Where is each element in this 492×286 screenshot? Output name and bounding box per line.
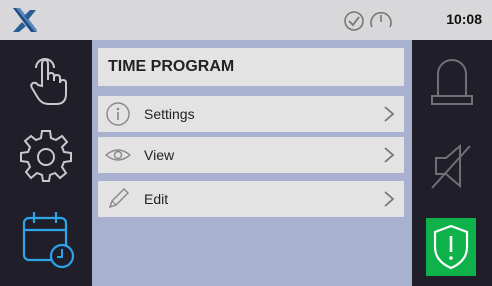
menu-item-edit[interactable]: Edit — [98, 181, 404, 217]
top-bar: 10:08 — [0, 0, 492, 40]
touch-nav-button[interactable] — [18, 50, 74, 108]
alarm-status-button[interactable] — [426, 218, 476, 276]
right-nav — [412, 40, 492, 286]
menu-item-label: Settings — [144, 106, 195, 122]
gauge-icon — [370, 11, 392, 28]
left-nav — [0, 40, 92, 286]
status-icons — [343, 10, 395, 32]
page-title-box: TIME PROGRAM — [98, 48, 404, 86]
calendar-clock-icon — [22, 212, 75, 269]
menu-item-view[interactable]: View — [98, 137, 404, 173]
shield-alert-icon — [433, 224, 469, 270]
settings-nav-button[interactable] — [18, 128, 74, 184]
menu-item-label: Edit — [144, 191, 169, 207]
time-program-nav-button[interactable] — [18, 208, 76, 270]
hmi-screen: 10:08 TIME PROGRAM Settings View Edit — [0, 0, 492, 286]
chevron-right-icon — [374, 96, 404, 132]
x-logo — [10, 6, 40, 34]
info-circle-icon — [98, 96, 138, 132]
chevron-right-icon — [374, 181, 404, 217]
main-panel: TIME PROGRAM Settings View Edit — [92, 40, 412, 286]
speaker-muted-icon — [431, 143, 471, 189]
page-title: TIME PROGRAM — [108, 58, 235, 75]
beacon-button[interactable] — [424, 50, 480, 110]
gear-icon — [20, 130, 72, 182]
check-circle-icon — [344, 11, 364, 31]
menu-item-settings[interactable]: Settings — [98, 96, 404, 132]
mute-button[interactable] — [424, 138, 480, 194]
chevron-right-icon — [374, 137, 404, 173]
beacon-icon — [431, 59, 473, 105]
pencil-icon — [98, 181, 138, 217]
touch-hand-icon — [30, 58, 67, 105]
menu-item-label: View — [144, 147, 175, 163]
eye-icon — [98, 137, 138, 173]
clock-time: 10:08 — [446, 11, 482, 27]
